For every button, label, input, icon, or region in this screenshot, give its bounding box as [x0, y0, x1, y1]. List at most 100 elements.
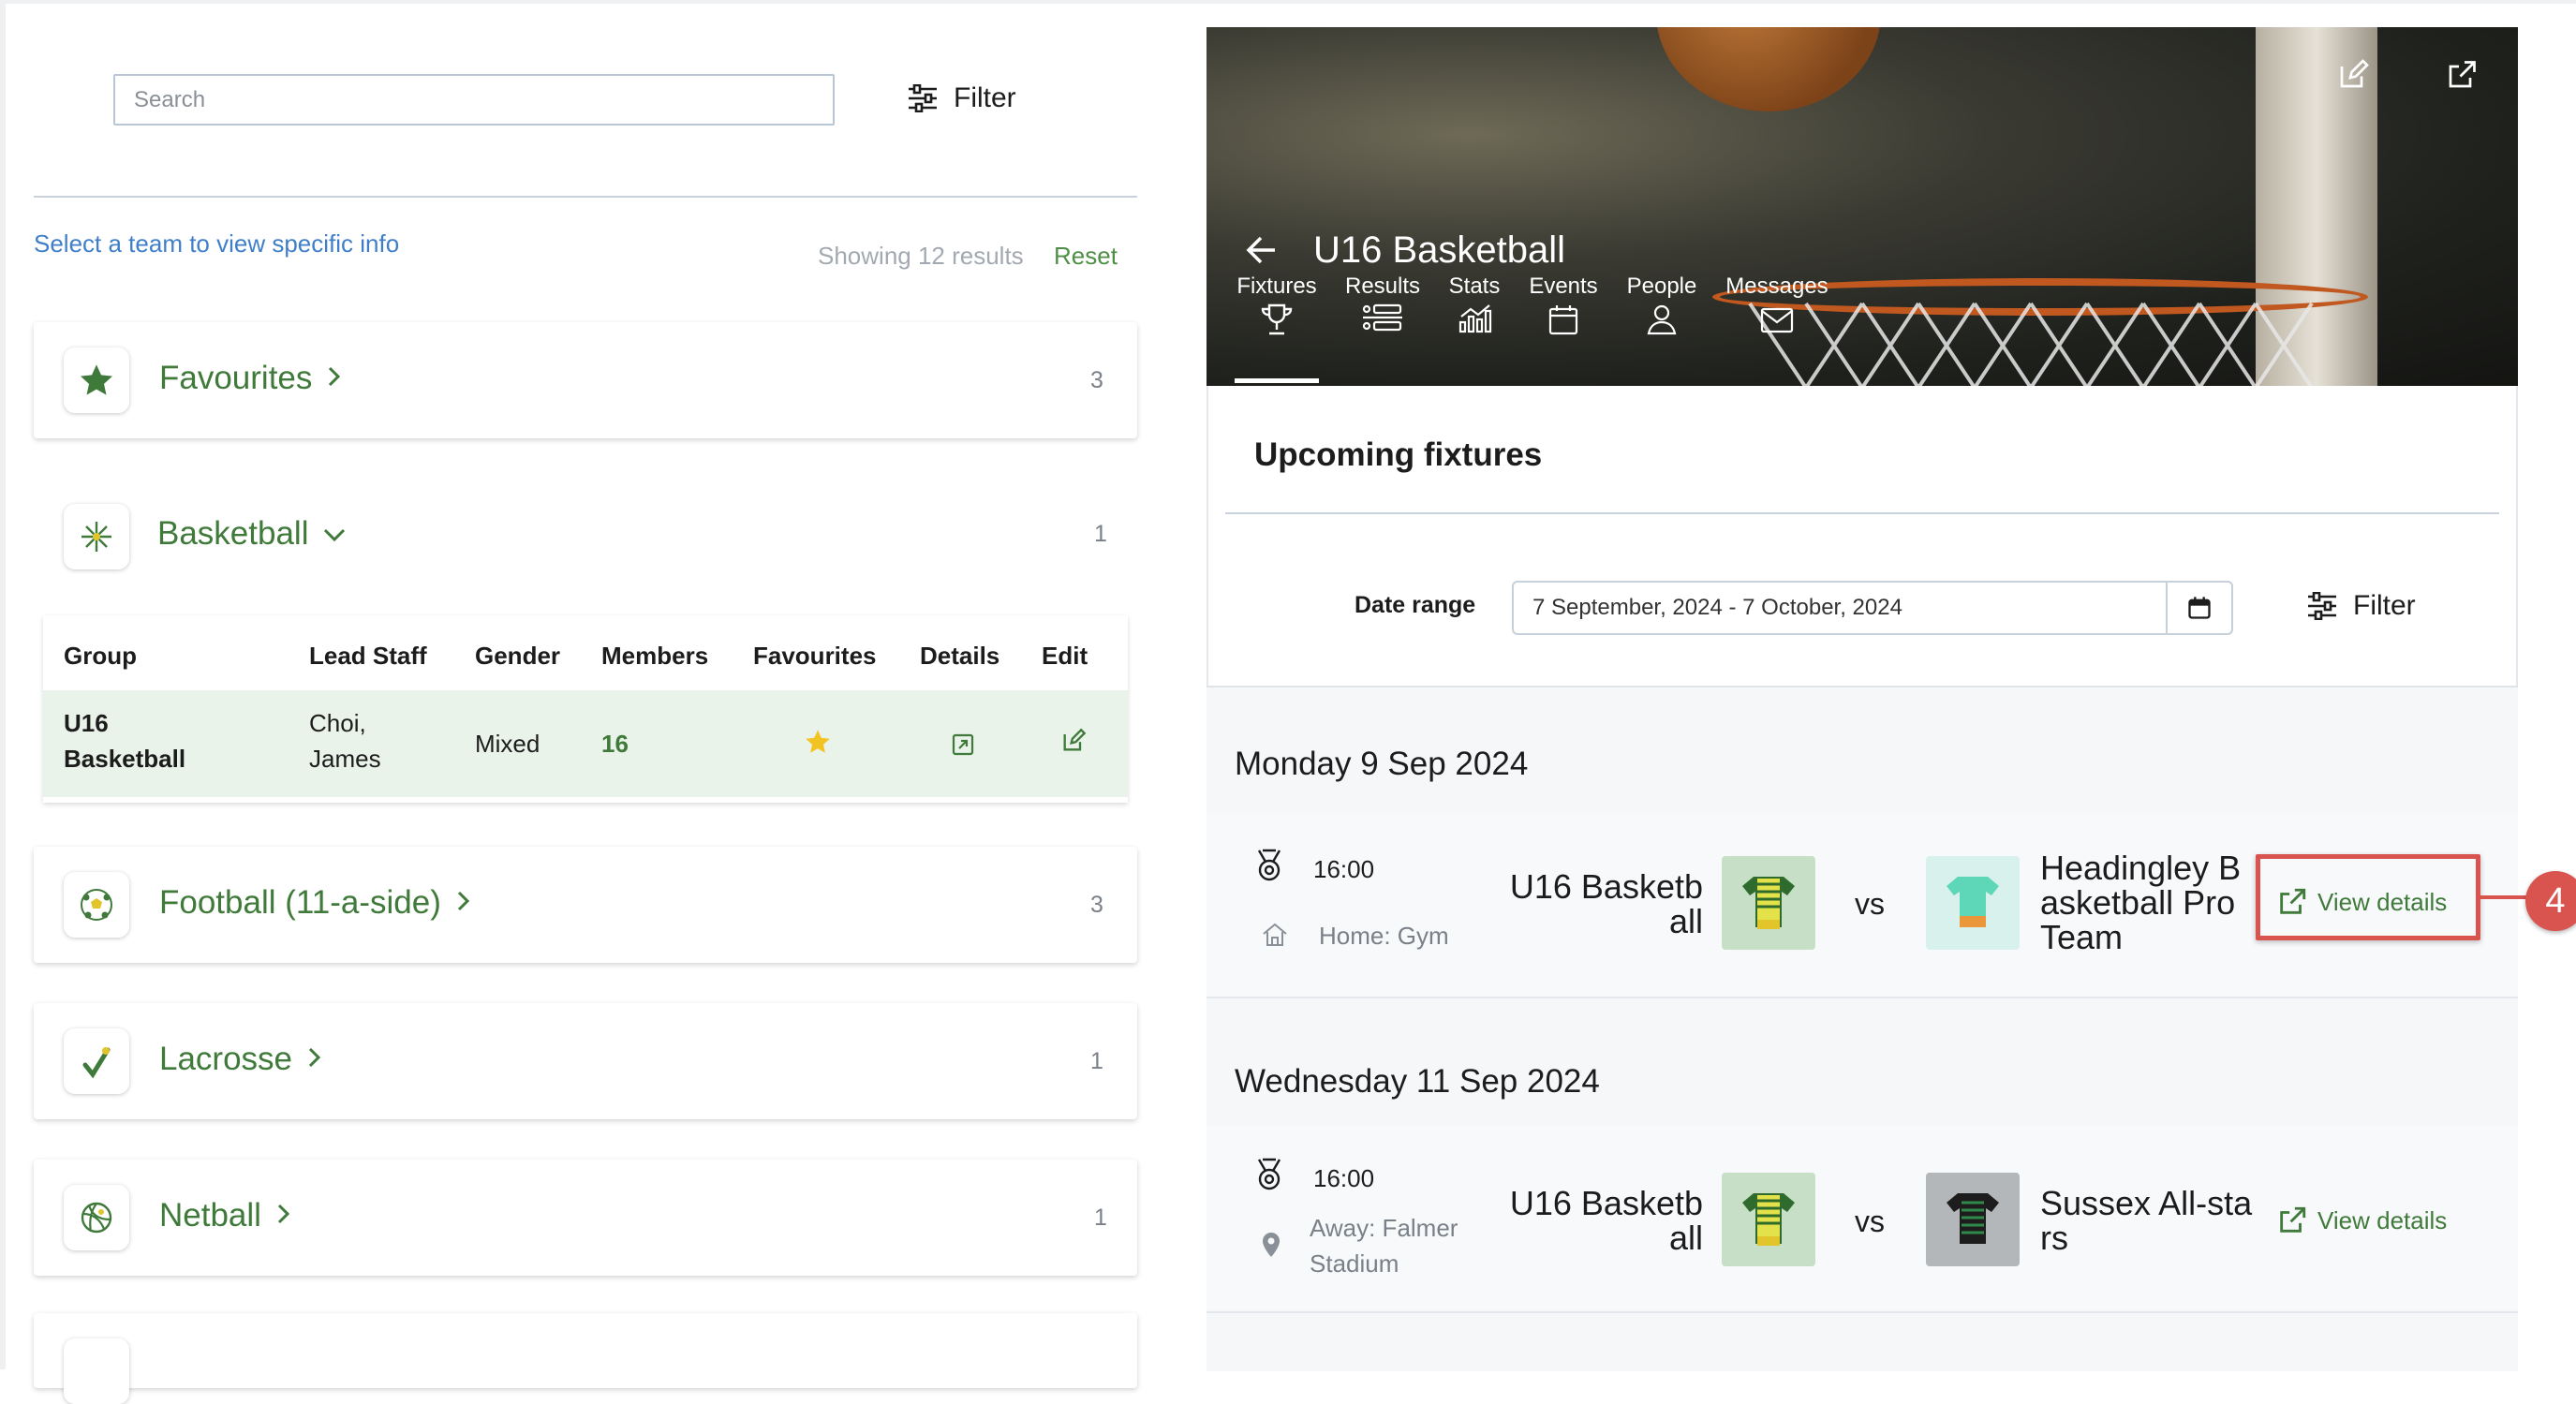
- view-details-link[interactable]: View details: [2276, 1204, 2447, 1236]
- reset-link[interactable]: Reset: [1054, 242, 1118, 271]
- netball-icon: [64, 1185, 129, 1250]
- sliders-icon: [2308, 592, 2336, 620]
- fixtures-filter-button[interactable]: Filter: [2306, 590, 2416, 622]
- tab-stats[interactable]: Stats: [1446, 273, 1503, 344]
- fixture-separator: [1207, 1311, 2518, 1313]
- day-heading: Monday 9 Sep 2024: [1235, 746, 1529, 782]
- date-range-label: Date range: [1355, 592, 1476, 618]
- tab-fixtures[interactable]: Fixtures: [1235, 273, 1319, 344]
- team-title: U16 Basketball: [1313, 229, 1566, 271]
- group-card-football[interactable]: Football (11-a-side) 3: [34, 847, 1137, 963]
- external-link-icon[interactable]: [2445, 58, 2479, 96]
- back-arrow-icon[interactable]: [1244, 234, 1278, 271]
- row-lead-staff: Choi, James: [309, 709, 381, 773]
- search-input[interactable]: [113, 74, 835, 126]
- vs-label: vs: [1855, 887, 1885, 921]
- medal-icon: [1253, 849, 1285, 887]
- row-group: U16 Basketball: [64, 709, 186, 773]
- row-members[interactable]: 16: [601, 726, 629, 761]
- home-kit-icon: [1722, 1173, 1815, 1266]
- group-name: Netball: [159, 1197, 261, 1234]
- location-pin-icon: [1259, 1231, 1283, 1264]
- tab-messages[interactable]: Messages: [1725, 273, 1828, 344]
- calendar-button[interactable]: [2166, 581, 2233, 635]
- basketball-icon: [64, 504, 129, 569]
- header-lead-staff: Lead Staff: [309, 642, 427, 670]
- calendar-icon: [1548, 305, 1578, 335]
- tab-results[interactable]: Results: [1345, 273, 1420, 344]
- vs-label: vs: [1855, 1204, 1885, 1238]
- search-divider: [34, 196, 1137, 198]
- away-team-name: Sussex All-sta rs: [2040, 1184, 2253, 1257]
- chevron-right-icon: [305, 1041, 324, 1078]
- home-icon: [1261, 922, 1289, 953]
- group-name: Favourites: [159, 360, 313, 396]
- step-number-badge: 4: [2525, 871, 2576, 931]
- filter-button[interactable]: Filter: [907, 82, 1016, 114]
- fixture-time: 16:00: [1313, 1164, 1375, 1192]
- edit-icon[interactable]: [1060, 728, 1087, 763]
- football-icon: [64, 872, 129, 938]
- group-card-lacrosse[interactable]: Lacrosse 1: [34, 1003, 1137, 1119]
- medal-icon: [1253, 1158, 1285, 1196]
- group-card-favourites[interactable]: Favourites 3: [34, 322, 1137, 438]
- person-icon: [1647, 304, 1677, 335]
- lacrosse-icon: [64, 1028, 129, 1094]
- section-divider: [1225, 512, 2499, 514]
- select-team-hint: Select a team to view specific info: [34, 229, 400, 258]
- active-tab-indicator: [1235, 378, 1319, 383]
- group-card-basketball[interactable]: Basketball 1: [34, 478, 1137, 609]
- row-gender: Mixed: [475, 730, 540, 758]
- star-icon: [64, 347, 129, 413]
- header-group: Group: [64, 642, 137, 670]
- date-range-input[interactable]: 7 September, 2024 - 7 October, 2024: [1512, 581, 2233, 635]
- stats-icon: [1458, 304, 1492, 333]
- group-card-netball[interactable]: Netball 1: [34, 1160, 1137, 1276]
- group-card-next[interactable]: [34, 1313, 1137, 1404]
- edit-icon[interactable]: [2336, 58, 2370, 96]
- away-kit-icon: [1926, 856, 2020, 950]
- away-team-name: Headingley B asketball Pro Team: [2040, 849, 2242, 956]
- fixture-venue: Home: Gym: [1319, 922, 1449, 950]
- header-edit: Edit: [1042, 642, 1088, 670]
- sliders-icon: [909, 84, 937, 112]
- details-icon[interactable]: [952, 730, 974, 765]
- away-kit-icon: [1926, 1173, 2020, 1266]
- header-details: Details: [920, 642, 1000, 670]
- fixture-venue: Away: Falmer Stadium: [1310, 1214, 1458, 1278]
- group-count: 1: [1090, 1048, 1103, 1074]
- page-edge: [0, 0, 6, 1369]
- section-title: Upcoming fixtures: [1254, 436, 1543, 473]
- header-members: Members: [601, 642, 709, 670]
- group-name: Lacrosse: [159, 1041, 293, 1077]
- date-range-value: 7 September, 2024 - 7 October, 2024: [1532, 595, 1902, 620]
- chevron-down-icon: [321, 515, 348, 553]
- chevron-right-icon: [274, 1197, 293, 1234]
- results-icon: [1362, 303, 1402, 332]
- tab-people[interactable]: People: [1624, 273, 1699, 344]
- home-team-name: U16 Basketb all: [1509, 1184, 1703, 1257]
- fixture-separator: [1207, 997, 2518, 998]
- group-count: 1: [1094, 1204, 1107, 1231]
- favourite-star-icon[interactable]: [804, 728, 832, 765]
- page-edge-top: [0, 0, 2576, 4]
- highlight-connector: [2480, 895, 2527, 899]
- team-table: Group Lead Staff Gender Members Favourit…: [43, 615, 1128, 803]
- fixtures-header-card: [1207, 386, 2518, 686]
- table-row[interactable]: U16 Basketball Choi, James Mixed 16: [43, 690, 1128, 797]
- group-name: Basketball: [157, 515, 309, 552]
- trophy-icon: [1261, 303, 1293, 335]
- results-count: Showing 12 results: [818, 242, 1024, 270]
- tab-events[interactable]: Events: [1527, 273, 1600, 344]
- group-count: 1: [1094, 521, 1107, 547]
- group-name: Football (11-a-side): [159, 884, 441, 921]
- header-favourites: Favourites: [753, 642, 877, 670]
- group-icon: [64, 1338, 129, 1404]
- header-gender: Gender: [475, 642, 561, 670]
- external-link-icon: [2280, 1206, 2306, 1233]
- filter-label: Filter: [954, 82, 1016, 113]
- highlight-box: [2256, 854, 2480, 940]
- chevron-right-icon: [454, 884, 473, 922]
- chevron-right-icon: [325, 360, 344, 397]
- envelope-icon: [1760, 307, 1794, 333]
